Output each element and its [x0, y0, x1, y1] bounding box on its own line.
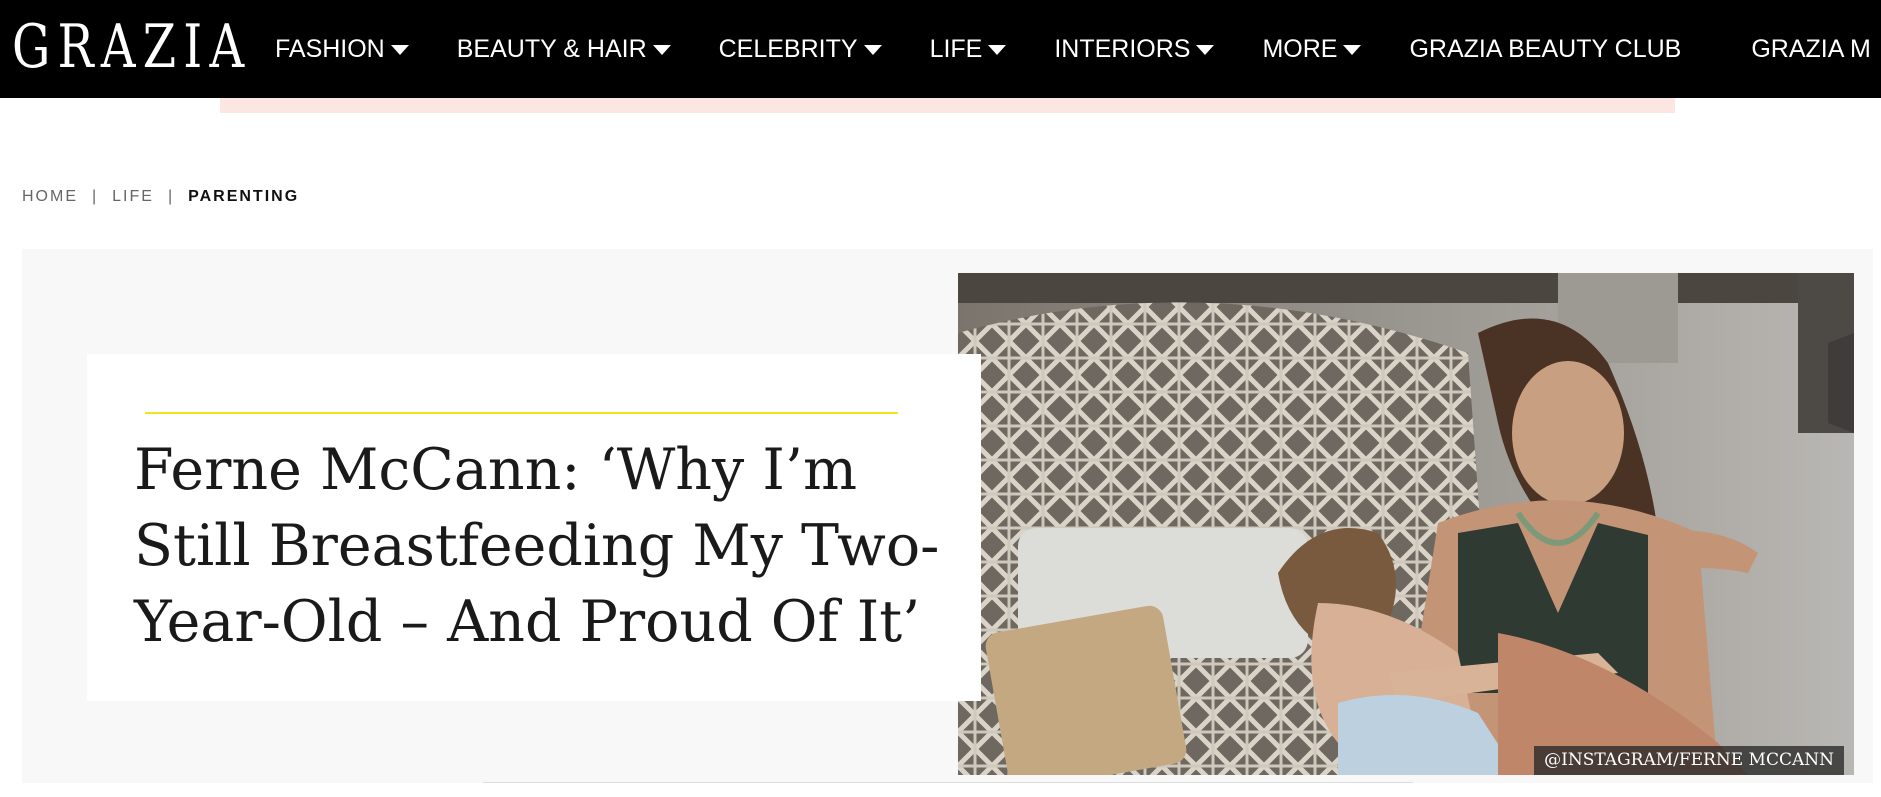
advert-banner-strip[interactable] — [220, 98, 1675, 113]
image-credit: @INSTAGRAM/FERNE MCCANN — [1534, 746, 1844, 775]
article-title-card: Ferne McCann: ‘Why I’m Still Breastfeedi… — [87, 354, 981, 701]
chevron-down-icon — [988, 45, 1007, 55]
nav-item-interiors[interactable]: INTERIORS — [1054, 34, 1215, 64]
main-menu: FASHION BEAUTY & HAIR CELEBRITY LIFE INT… — [275, 0, 1881, 98]
nav-item-label: INTERIORS — [1054, 34, 1191, 63]
nav-item-label: BEAUTY & HAIR — [456, 34, 647, 63]
grazia-logo[interactable]: GRAZIA — [12, 14, 251, 80]
top-navigation-bar: GRAZIA FASHION BEAUTY & HAIR CELEBRITY L… — [0, 0, 1881, 98]
nav-item-label: FASHION — [275, 34, 385, 63]
hero-photo-illustration — [958, 273, 1854, 775]
article-title: Ferne McCann: ‘Why I’m Still Breastfeedi… — [134, 437, 940, 655]
breadcrumb: HOME | LIFE | PARENTING — [22, 188, 299, 206]
nav-item-label: GRAZIA BEAUTY CLUB — [1409, 34, 1682, 63]
nav-item-grazia-m[interactable]: GRAZIA M — [1751, 35, 1870, 64]
nav-item-life[interactable]: LIFE — [930, 35, 1007, 64]
nav-item-label: CELEBRITY — [718, 34, 858, 63]
nav-item-label: LIFE — [929, 34, 983, 63]
nav-item-fashion[interactable]: FASHION — [275, 35, 409, 64]
nav-item-label: MORE — [1262, 34, 1338, 63]
nav-item-celebrity[interactable]: CELEBRITY — [719, 35, 882, 64]
breadcrumb-life[interactable]: LIFE — [112, 188, 154, 206]
breadcrumb-separator: | — [92, 188, 99, 205]
chevron-down-icon — [1196, 45, 1215, 55]
breadcrumb-home[interactable]: HOME — [22, 188, 78, 206]
chevron-down-icon — [390, 45, 409, 55]
breadcrumb-separator: | — [167, 188, 175, 205]
chevron-down-icon — [652, 45, 671, 55]
chevron-down-icon — [863, 45, 882, 55]
divider — [483, 782, 1413, 783]
nav-item-more[interactable]: MORE — [1262, 34, 1362, 64]
nav-item-grazia-beauty-club[interactable]: GRAZIA BEAUTY CLUB — [1409, 35, 1681, 64]
nav-item-beauty-hair[interactable]: BEAUTY & HAIR — [457, 35, 671, 64]
title-accent-rule — [145, 412, 898, 414]
chevron-down-icon — [1343, 45, 1362, 55]
breadcrumb-parenting[interactable]: PARENTING — [188, 188, 299, 206]
nav-item-label: GRAZIA M — [1751, 34, 1871, 63]
hero-image: @INSTAGRAM/FERNE MCCANN — [958, 273, 1854, 775]
